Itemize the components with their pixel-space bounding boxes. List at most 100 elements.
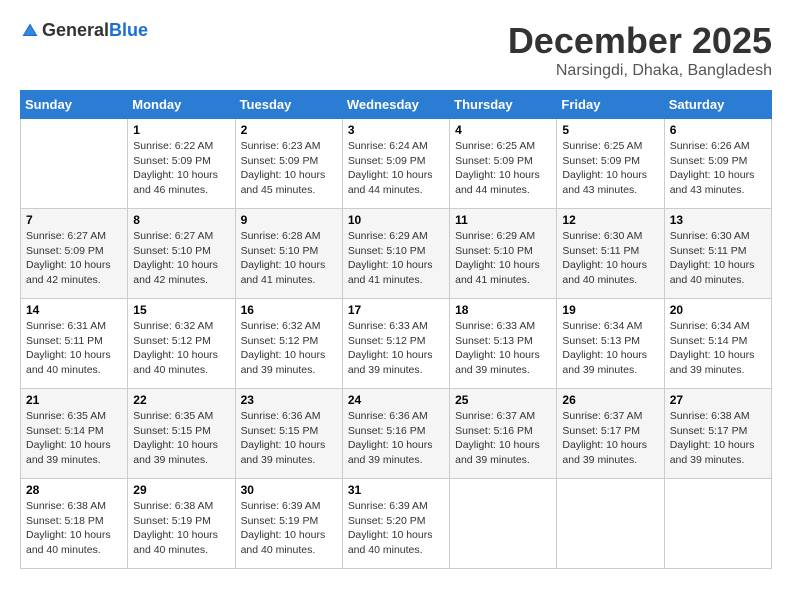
calendar-cell: 22 Sunrise: 6:35 AM Sunset: 5:15 PM Dayli… <box>128 389 235 479</box>
day-info: Sunrise: 6:22 AM Sunset: 5:09 PM Dayligh… <box>133 139 229 198</box>
calendar-cell: 31Sunrise: 6:39 AM Sunset: 5:20 PM Dayli… <box>342 479 449 569</box>
day-info: Sunrise: 6:39 AM Sunset: 5:19 PM Dayligh… <box>241 499 337 558</box>
day-info: Sunrise: 6:25 AM Sunset: 5:09 PM Dayligh… <box>562 139 658 198</box>
day-info: Sunrise: 6:25 AM Sunset: 5:09 PM Dayligh… <box>455 139 551 198</box>
calendar-cell: 9 Sunrise: 6:28 AM Sunset: 5:10 PM Daylig… <box>235 209 342 299</box>
calendar-cell: 27Sunrise: 6:38 AM Sunset: 5:17 PM Dayli… <box>664 389 771 479</box>
day-number: 12 <box>562 213 658 227</box>
calendar-cell: 1 Sunrise: 6:22 AM Sunset: 5:09 PM Daylig… <box>128 119 235 209</box>
day-number: 29 <box>133 483 229 497</box>
day-number: 26 <box>562 393 658 407</box>
day-number: 21 <box>26 393 122 407</box>
calendar-cell <box>21 119 128 209</box>
day-info: Sunrise: 6:26 AM Sunset: 5:09 PM Dayligh… <box>670 139 766 198</box>
day-number: 31 <box>348 483 444 497</box>
calendar-cell: 11 Sunrise: 6:29 AM Sunset: 5:10 PM Dayli… <box>450 209 557 299</box>
calendar-cell: 15 Sunrise: 6:32 AM Sunset: 5:12 PM Dayli… <box>128 299 235 389</box>
day-number: 19 <box>562 303 658 317</box>
calendar-cell: 10 Sunrise: 6:29 AM Sunset: 5:10 PM Dayli… <box>342 209 449 299</box>
day-number: 30 <box>241 483 337 497</box>
day-info: Sunrise: 6:30 AM Sunset: 5:11 PM Dayligh… <box>562 229 658 288</box>
day-info: Sunrise: 6:38 AM Sunset: 5:19 PM Dayligh… <box>133 499 229 558</box>
calendar-cell: 24 Sunrise: 6:36 AM Sunset: 5:16 PM Dayli… <box>342 389 449 479</box>
day-number: 14 <box>26 303 122 317</box>
day-number: 8 <box>133 213 229 227</box>
calendar-cell <box>450 479 557 569</box>
day-number: 4 <box>455 123 551 137</box>
logo-general: General <box>42 20 109 40</box>
calendar-cell: 7 Sunrise: 6:27 AM Sunset: 5:09 PM Daylig… <box>21 209 128 299</box>
calendar-cell: 13 Sunrise: 6:30 AM Sunset: 5:11 PM Dayli… <box>664 209 771 299</box>
day-info: Sunrise: 6:33 AM Sunset: 5:12 PM Dayligh… <box>348 319 444 378</box>
calendar-cell: 5 Sunrise: 6:25 AM Sunset: 5:09 PM Daylig… <box>557 119 664 209</box>
calendar-body: 1 Sunrise: 6:22 AM Sunset: 5:09 PM Daylig… <box>21 119 772 569</box>
calendar-cell: 14 Sunrise: 6:31 AM Sunset: 5:11 PM Dayli… <box>21 299 128 389</box>
day-number: 1 <box>133 123 229 137</box>
day-number: 27 <box>670 393 766 407</box>
day-number: 7 <box>26 213 122 227</box>
calendar-cell: 23 Sunrise: 6:36 AM Sunset: 5:15 PM Dayli… <box>235 389 342 479</box>
day-info: Sunrise: 6:34 AM Sunset: 5:14 PM Dayligh… <box>670 319 766 378</box>
header-day-friday: Friday <box>557 91 664 119</box>
day-info: Sunrise: 6:35 AM Sunset: 5:14 PM Dayligh… <box>26 409 122 468</box>
day-number: 13 <box>670 213 766 227</box>
day-number: 24 <box>348 393 444 407</box>
day-info: Sunrise: 6:37 AM Sunset: 5:17 PM Dayligh… <box>562 409 658 468</box>
day-number: 17 <box>348 303 444 317</box>
header-day-wednesday: Wednesday <box>342 91 449 119</box>
day-info: Sunrise: 6:31 AM Sunset: 5:11 PM Dayligh… <box>26 319 122 378</box>
logo-icon <box>20 21 40 41</box>
day-number: 18 <box>455 303 551 317</box>
title-section: December 2025 Narsingdi, Dhaka, Banglade… <box>508 20 772 80</box>
calendar-cell: 4 Sunrise: 6:25 AM Sunset: 5:09 PM Daylig… <box>450 119 557 209</box>
calendar-cell: 21 Sunrise: 6:35 AM Sunset: 5:14 PM Dayli… <box>21 389 128 479</box>
calendar-cell: 8Sunrise: 6:27 AM Sunset: 5:10 PM Daylig… <box>128 209 235 299</box>
day-info: Sunrise: 6:35 AM Sunset: 5:15 PM Dayligh… <box>133 409 229 468</box>
day-number: 16 <box>241 303 337 317</box>
day-info: Sunrise: 6:34 AM Sunset: 5:13 PM Dayligh… <box>562 319 658 378</box>
day-info: Sunrise: 6:27 AM Sunset: 5:09 PM Dayligh… <box>26 229 122 288</box>
day-number: 6 <box>670 123 766 137</box>
calendar-cell: 16 Sunrise: 6:32 AM Sunset: 5:12 PM Dayli… <box>235 299 342 389</box>
day-number: 5 <box>562 123 658 137</box>
day-info: Sunrise: 6:23 AM Sunset: 5:09 PM Dayligh… <box>241 139 337 198</box>
day-info: Sunrise: 6:28 AM Sunset: 5:10 PM Dayligh… <box>241 229 337 288</box>
calendar-cell: 29 Sunrise: 6:38 AM Sunset: 5:19 PM Dayli… <box>128 479 235 569</box>
location-label: Narsingdi, Dhaka, Bangladesh <box>508 62 772 80</box>
day-info: Sunrise: 6:29 AM Sunset: 5:10 PM Dayligh… <box>455 229 551 288</box>
calendar-cell: 18 Sunrise: 6:33 AM Sunset: 5:13 PM Dayli… <box>450 299 557 389</box>
calendar-cell: 26 Sunrise: 6:37 AM Sunset: 5:17 PM Dayli… <box>557 389 664 479</box>
calendar-header-row: SundayMondayTuesdayWednesdayThursdayFrid… <box>21 91 772 119</box>
calendar-cell: 25Sunrise: 6:37 AM Sunset: 5:16 PM Dayli… <box>450 389 557 479</box>
page-header: GeneralBlue December 2025 Narsingdi, Dha… <box>20 20 772 80</box>
logo: GeneralBlue <box>20 20 148 41</box>
day-info: Sunrise: 6:38 AM Sunset: 5:18 PM Dayligh… <box>26 499 122 558</box>
day-info: Sunrise: 6:33 AM Sunset: 5:13 PM Dayligh… <box>455 319 551 378</box>
day-info: Sunrise: 6:32 AM Sunset: 5:12 PM Dayligh… <box>133 319 229 378</box>
header-day-saturday: Saturday <box>664 91 771 119</box>
day-number: 10 <box>348 213 444 227</box>
day-info: Sunrise: 6:36 AM Sunset: 5:15 PM Dayligh… <box>241 409 337 468</box>
week-row-3: 21 Sunrise: 6:35 AM Sunset: 5:14 PM Dayli… <box>21 389 772 479</box>
calendar-cell: 3Sunrise: 6:24 AM Sunset: 5:09 PM Daylig… <box>342 119 449 209</box>
calendar-cell: 20Sunrise: 6:34 AM Sunset: 5:14 PM Dayli… <box>664 299 771 389</box>
calendar-cell: 17 Sunrise: 6:33 AM Sunset: 5:12 PM Dayli… <box>342 299 449 389</box>
day-number: 11 <box>455 213 551 227</box>
week-row-1: 7 Sunrise: 6:27 AM Sunset: 5:09 PM Daylig… <box>21 209 772 299</box>
day-number: 15 <box>133 303 229 317</box>
day-info: Sunrise: 6:36 AM Sunset: 5:16 PM Dayligh… <box>348 409 444 468</box>
day-number: 22 <box>133 393 229 407</box>
calendar-cell: 12 Sunrise: 6:30 AM Sunset: 5:11 PM Dayli… <box>557 209 664 299</box>
day-info: Sunrise: 6:30 AM Sunset: 5:11 PM Dayligh… <box>670 229 766 288</box>
calendar-cell <box>557 479 664 569</box>
day-number: 23 <box>241 393 337 407</box>
day-number: 25 <box>455 393 551 407</box>
day-number: 9 <box>241 213 337 227</box>
day-info: Sunrise: 6:29 AM Sunset: 5:10 PM Dayligh… <box>348 229 444 288</box>
header-day-thursday: Thursday <box>450 91 557 119</box>
calendar-cell: 2 Sunrise: 6:23 AM Sunset: 5:09 PM Daylig… <box>235 119 342 209</box>
day-info: Sunrise: 6:32 AM Sunset: 5:12 PM Dayligh… <box>241 319 337 378</box>
calendar-cell: 28Sunrise: 6:38 AM Sunset: 5:18 PM Dayli… <box>21 479 128 569</box>
calendar-cell: 19 Sunrise: 6:34 AM Sunset: 5:13 PM Dayli… <box>557 299 664 389</box>
day-number: 2 <box>241 123 337 137</box>
